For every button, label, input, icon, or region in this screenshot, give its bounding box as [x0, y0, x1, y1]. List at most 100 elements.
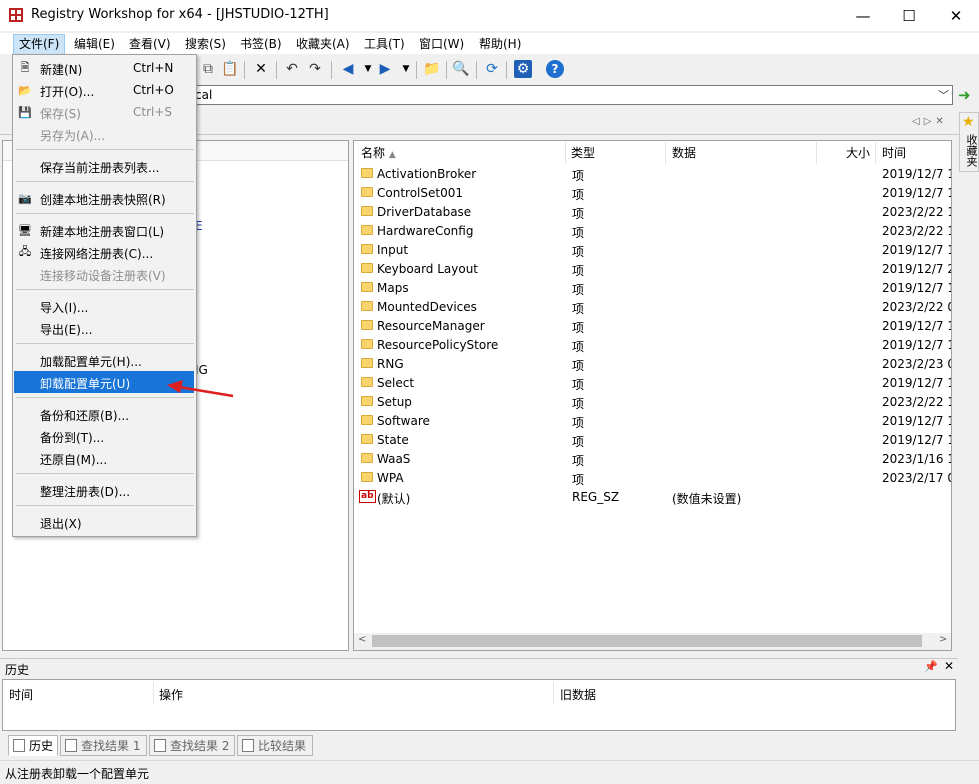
menu-tools[interactable]: 工具(T) [359, 35, 410, 54]
row-type: 项 [572, 169, 585, 183]
column-separator[interactable] [565, 142, 566, 164]
scroll-left-icon[interactable]: < [358, 634, 366, 645]
refresh-icon[interactable]: ⟳ [483, 60, 501, 78]
folder-up-icon[interactable]: 📁 [423, 60, 441, 78]
maximize-button[interactable]: ☐ [886, 0, 932, 31]
tab-compare-results-label: 比较结果 [258, 739, 307, 753]
list-row[interactable]: ControlSet001 项 2019/12/7 17 [354, 184, 951, 203]
help-icon[interactable]: ? [546, 60, 564, 78]
file-menu-item[interactable]: 另存为(A)... [14, 123, 194, 145]
pin-icon[interactable]: 📌 [924, 660, 938, 673]
settings-icon[interactable]: ⚙ [514, 60, 532, 78]
find-icon[interactable]: 🔍 [452, 60, 470, 78]
menu-separator [16, 505, 194, 506]
tab-find-results-2[interactable]: 查找结果 2 [149, 735, 235, 756]
undo-icon[interactable]: ↶ [283, 60, 301, 78]
row-time: 2019/12/7 17 [882, 414, 951, 428]
menu-help[interactable]: 帮助(H) [474, 35, 526, 54]
row-type: 项 [572, 378, 585, 392]
column-header-name[interactable]: 名称 ▲ [361, 145, 396, 165]
history-column-time[interactable]: 时间 [9, 686, 33, 703]
column-separator[interactable] [816, 142, 817, 164]
file-menu-item[interactable]: 加载配置单元(H)... [14, 349, 194, 371]
tab-find-results-1-label: 查找结果 1 [81, 739, 141, 753]
list-row[interactable]: WaaS 项 2023/1/16 17 [354, 450, 951, 469]
file-menu-item[interactable]: 🖥 新建本地注册表窗口(L) [14, 219, 194, 241]
list-row[interactable]: Keyboard Layout 项 2019/12/7 22 [354, 260, 951, 279]
file-menu-item[interactable]: 导出(E)... [14, 317, 194, 339]
list-row[interactable]: ab (默认) REG_SZ (数值未设置) [354, 488, 951, 507]
tab-find-results-1[interactable]: 查找结果 1 [60, 735, 147, 756]
file-menu-item[interactable]: 💾 保存(S) Ctrl+S [14, 101, 194, 123]
column-separator[interactable] [153, 682, 154, 704]
redo-icon[interactable]: ↷ [306, 60, 324, 78]
forward-dropdown-icon[interactable]: ▼ [397, 60, 415, 78]
column-header-data[interactable]: 数据 [672, 145, 696, 165]
menu-search[interactable]: 搜索(S) [180, 35, 231, 54]
back-icon[interactable]: ◀ [339, 60, 357, 78]
list-row[interactable]: ResourceManager 项 2019/12/7 17 [354, 317, 951, 336]
paste-icon[interactable]: 📋 [221, 60, 239, 78]
list-row[interactable]: ResourcePolicyStore 项 2019/12/7 17 [354, 336, 951, 355]
row-time: 2019/12/7 17 [882, 376, 951, 390]
file-menu-item[interactable]: 整理注册表(D)... [14, 479, 194, 501]
scrollbar-thumb[interactable] [372, 635, 922, 647]
file-menu-item[interactable]: 🖧 连接网络注册表(C)... [14, 241, 194, 263]
tab-scroll-arrows-icon[interactable]: ◁▷✕ [912, 116, 948, 127]
go-arrow-icon[interactable]: ➜ [958, 86, 971, 104]
file-menu-item[interactable]: 备份到(T)... [14, 425, 194, 447]
menu-view[interactable]: 查看(V) [124, 35, 176, 54]
back-dropdown-icon[interactable]: ▼ [359, 60, 377, 78]
list-row[interactable]: Input 项 2019/12/7 17 [354, 241, 951, 260]
menu-separator [16, 289, 194, 290]
file-menu-item[interactable]: 备份和还原(B)... [14, 403, 194, 425]
list-row[interactable]: HardwareConfig 项 2023/2/22 12 [354, 222, 951, 241]
address-field[interactable] [160, 85, 953, 105]
column-separator[interactable] [665, 142, 666, 164]
file-menu-item[interactable]: 还原自(M)... [14, 447, 194, 469]
file-menu-item[interactable]: 连接移动设备注册表(V) [14, 263, 194, 285]
scroll-right-icon[interactable]: > [939, 634, 947, 645]
menu-edit[interactable]: 编辑(E) [69, 35, 120, 54]
file-menu-item[interactable]: 导入(I)... [14, 295, 194, 317]
delete-icon[interactable]: ✕ [252, 60, 270, 78]
list-row[interactable]: RNG 项 2023/2/23 09 [354, 355, 951, 374]
list-row[interactable]: ActivationBroker 项 2019/12/7 17 [354, 165, 951, 184]
history-column-old-data[interactable]: 旧数据 [560, 686, 596, 703]
history-column-operation[interactable]: 操作 [159, 686, 183, 703]
tab-history[interactable]: 历史 [8, 735, 58, 756]
list-row[interactable]: Select 项 2019/12/7 17 [354, 374, 951, 393]
row-type: 项 [572, 473, 585, 487]
list-row[interactable]: MountedDevices 项 2023/2/22 09 [354, 298, 951, 317]
menu-window[interactable]: 窗口(W) [414, 35, 469, 54]
column-separator[interactable] [875, 142, 876, 164]
file-menu-item[interactable]: 保存当前注册表列表... [14, 155, 194, 177]
minimize-button[interactable]: — [840, 0, 886, 31]
column-separator[interactable] [553, 682, 554, 704]
list-row[interactable]: Maps 项 2019/12/7 17 [354, 279, 951, 298]
file-menu-item[interactable]: 📷 创建本地注册表快照(R) [14, 187, 194, 209]
list-row[interactable]: Setup 项 2023/2/22 16 [354, 393, 951, 412]
column-header-size[interactable]: 大小 [846, 145, 870, 165]
copy-icon[interactable]: ⧉ [199, 60, 217, 78]
file-menu-item[interactable]: 🗎 新建(N) Ctrl+N [14, 57, 194, 79]
list-row[interactable]: DriverDatabase 项 2023/2/22 16 [354, 203, 951, 222]
list-row[interactable]: Software 项 2019/12/7 17 [354, 412, 951, 431]
column-header-time[interactable]: 时间 [882, 145, 906, 165]
menu-favorites[interactable]: 收藏夹(A) [291, 35, 355, 54]
chevron-down-icon[interactable]: ﹀ [938, 87, 949, 103]
row-type: 项 [572, 226, 585, 240]
folder-icon [361, 396, 373, 406]
close-button[interactable]: ✕ [933, 0, 979, 31]
row-time: 2023/2/17 05 [882, 471, 951, 485]
tab-compare-results[interactable]: 比较结果 [237, 735, 313, 756]
list-row[interactable]: WPA 项 2023/2/17 05 [354, 469, 951, 488]
list-row[interactable]: State 项 2019/12/7 17 [354, 431, 951, 450]
column-header-type[interactable]: 类型 [571, 145, 595, 165]
file-menu-item[interactable]: 📂 打开(O)... Ctrl+O [14, 79, 194, 101]
menu-file[interactable]: 文件(F) [12, 34, 66, 55]
forward-icon[interactable]: ▶ [376, 60, 394, 78]
history-close-icon[interactable]: ✕ [944, 659, 954, 673]
menu-bookmarks[interactable]: 书签(B) [235, 35, 287, 54]
file-menu-item[interactable]: 退出(X) [14, 511, 194, 533]
